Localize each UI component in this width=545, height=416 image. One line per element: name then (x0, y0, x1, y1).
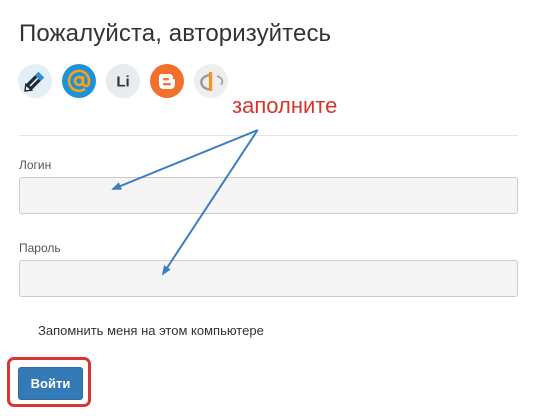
remember-me-checkbox-label[interactable]: Запомнить меня на этом компьютере (38, 323, 264, 338)
mail-at-icon (62, 64, 96, 98)
annotation-fill-hint: заполните (232, 93, 338, 118)
login-input[interactable] (19, 177, 518, 214)
openid-icon (194, 64, 228, 98)
livejournal-login-button[interactable] (18, 64, 52, 98)
login-button[interactable]: Войти (18, 367, 83, 400)
password-label: Пароль (19, 241, 61, 255)
liveinternet-login-button[interactable]: Li (106, 64, 140, 98)
liveinternet-icon: Li (106, 64, 140, 98)
divider (19, 135, 518, 136)
mailru-login-button[interactable] (62, 64, 96, 98)
livejournal-icon (18, 64, 52, 98)
password-input[interactable] (19, 260, 518, 297)
openid-login-button[interactable] (194, 64, 228, 98)
liveinternet-icon-label: Li (116, 74, 129, 91)
blogger-login-button[interactable] (150, 64, 184, 98)
blogger-icon (150, 64, 184, 98)
page-title: Пожалуйста, авторизуйтесь (19, 20, 332, 47)
login-label: Логин (19, 158, 52, 172)
